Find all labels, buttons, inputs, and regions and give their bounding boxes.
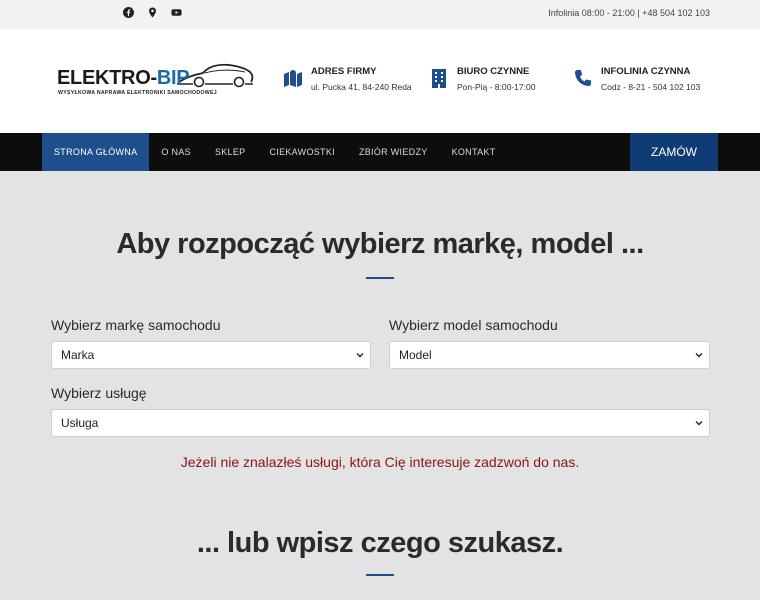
building-icon <box>429 68 449 88</box>
page-title: Aby rozpocząć wybierz markę, model ... <box>116 228 644 260</box>
model-select-value: Model <box>399 348 432 362</box>
brand-name: ELEKTRO-BIP <box>57 67 190 89</box>
contact-title: ADRES FIRMY <box>311 66 377 77</box>
service-label: Wybierz usługę <box>51 385 147 401</box>
model-label: Wybierz model samochodu <box>389 317 558 333</box>
contact-note: Jeżeli nie znalazłeś usługi, która Cię i… <box>180 454 580 470</box>
service-select-value: Usługa <box>61 416 99 430</box>
contact-detail: Pon-Pią - 8:00-17:00 <box>457 82 536 92</box>
contact-address: ADRES FIRMY ul. Pucka 41, 84-240 Reda <box>283 66 412 92</box>
nav-item-contact[interactable]: KONTAKT <box>440 133 508 171</box>
header: ELEKTRO-BIP WYSYŁKOWA NAPRAWA ELEKTRONIK… <box>0 29 760 133</box>
nav-item-home[interactable]: STRONA GŁÓWNA <box>42 133 150 171</box>
search-title: ... lub wpisz czego szukasz. <box>196 527 564 559</box>
chevron-down-icon <box>356 351 364 359</box>
youtube-icon[interactable] <box>171 7 182 18</box>
top-bar: Infolinia 08:00 - 21:00 | +48 504 102 10… <box>0 0 760 29</box>
nav-item-knowledge[interactable]: ZBIÓR WIEDZY <box>347 133 440 171</box>
contact-office: BIURO CZYNNE Pon-Pią - 8:00-17:00 <box>429 66 535 92</box>
contact-title: BIURO CZYNNE <box>457 66 530 77</box>
brand-label: Wybierz markę samochodu <box>51 317 221 333</box>
contact-hotline: INFOLINIA CZYNNA Codz - 8-21 - 504 102 1… <box>573 66 700 92</box>
brand-select-value: Marka <box>61 348 95 362</box>
hotline-info: Infolinia 08:00 - 21:00 | +48 504 102 10… <box>548 8 710 18</box>
social-links <box>123 7 182 18</box>
map-pin-icon[interactable] <box>147 7 158 18</box>
contact-detail: ul. Pucka 41, 84-240 Reda <box>311 82 412 92</box>
service-select[interactable]: Usługa <box>51 409 710 437</box>
phone-icon <box>573 68 593 88</box>
map-icon <box>283 68 303 88</box>
chevron-down-icon <box>695 351 703 359</box>
nav-item-shop[interactable]: SKLEP <box>203 133 258 171</box>
nav-item-trivia[interactable]: CIEKAWOSTKI <box>257 133 346 171</box>
title-divider <box>366 277 394 279</box>
main-nav: STRONA GŁÓWNA O NAS SKLEP CIEKAWOSTKI ZB… <box>0 133 760 171</box>
logo[interactable]: ELEKTRO-BIP WYSYŁKOWA NAPRAWA ELEKTRONIK… <box>57 60 257 100</box>
facebook-icon[interactable] <box>123 7 134 18</box>
brand-tagline: WYSYŁKOWA NAPRAWA ELEKTRONIKI SAMOCHODOW… <box>58 90 217 96</box>
contact-title: INFOLINIA CZYNNA <box>601 66 691 77</box>
nav-item-about[interactable]: O NAS <box>149 133 203 171</box>
brand-select[interactable]: Marka <box>51 341 371 369</box>
search-title-divider <box>366 574 394 576</box>
chevron-down-icon <box>695 419 703 427</box>
model-select[interactable]: Model <box>389 341 710 369</box>
contact-detail: Codz - 8-21 - 504 102 103 <box>601 82 701 92</box>
order-button[interactable]: ZAMÓW <box>630 133 718 171</box>
